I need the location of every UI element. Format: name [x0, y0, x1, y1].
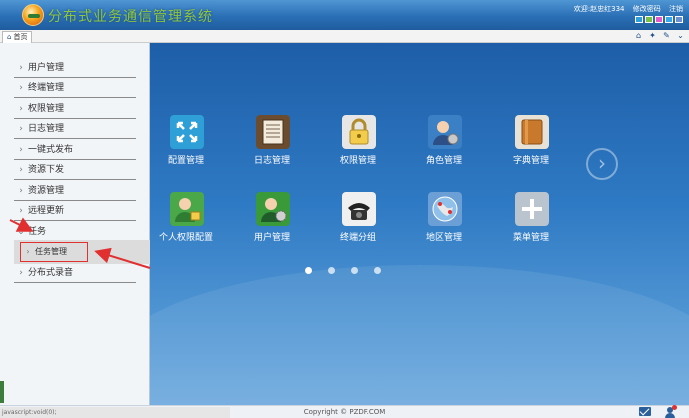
skin-swatch-5[interactable]	[675, 16, 683, 23]
sidebar-item-terminals[interactable]: › 终端管理	[14, 79, 136, 98]
skin-swatch-2[interactable]	[645, 16, 653, 23]
tab-home[interactable]: ⌂ 首页	[2, 31, 33, 43]
desktop-panel: 配置管理 日志管理 权限管理 角色管理 字典管理 个人权限配置 用户管理 终端分…	[150, 43, 689, 405]
sidebar-item-resources[interactable]: › 资源管理	[14, 182, 136, 201]
status-bar-text: javascript:void(0);	[0, 407, 230, 418]
sidebar-subitem-task-management[interactable]: › 任务管理	[20, 242, 88, 262]
page-dot-2[interactable]	[328, 267, 335, 274]
chevron-right-icon: ›	[19, 186, 23, 196]
book-icon	[515, 115, 549, 149]
map-icon	[428, 192, 462, 226]
sidebar-item-users[interactable]: › 用户管理	[14, 59, 136, 78]
chevron-right-icon: ›	[26, 247, 30, 256]
mail-icon[interactable]	[639, 407, 651, 416]
skin-swatch-4[interactable]	[665, 16, 673, 23]
tab-home-label: 首页	[13, 33, 28, 41]
config-icon	[170, 115, 204, 149]
tab-tools: ⌂ ✦ ✎ ⌄	[634, 31, 685, 40]
app-title: 分布式业务通信管理系统	[48, 9, 213, 25]
sidebar-item-label: 一键式发布	[28, 145, 74, 155]
tile-role-management[interactable]: 角色管理	[401, 115, 487, 177]
online-user-icon[interactable]	[665, 405, 677, 418]
tile-permission-management[interactable]: 权限管理	[315, 115, 401, 177]
home-icon[interactable]: ⌂	[634, 31, 643, 40]
user-gear-icon	[256, 192, 290, 226]
page-dot-1[interactable]	[305, 267, 312, 274]
next-page-button[interactable]: ›	[586, 148, 618, 180]
tile-dictionary-management[interactable]: 字典管理	[488, 115, 574, 177]
sidebar-item-label: 终端管理	[28, 83, 65, 93]
sidebar-item-label: 用户管理	[28, 63, 65, 73]
tile-region-management[interactable]: 地区管理	[401, 192, 487, 254]
tile-config-management[interactable]: 配置管理	[150, 115, 229, 177]
sidebar-menu: › 用户管理 › 终端管理 › 权限管理 › 日志管理 › 一键式发布 › 资源下发 › 资源…	[0, 43, 150, 405]
sidebar-item-label: 远程更新	[28, 206, 65, 216]
page-dot-4[interactable]	[374, 267, 381, 274]
skin-swatch-1[interactable]	[635, 16, 643, 23]
sidebar-item-label: 任务	[28, 227, 47, 237]
chevron-right-icon: ›	[19, 268, 23, 278]
sidebar-item-one-click-publish[interactable]: › 一键式发布	[14, 141, 136, 160]
chevron-right-icon: ›	[19, 104, 23, 114]
notification-badge	[672, 405, 677, 410]
sidebar-subitem-label: 任务管理	[35, 247, 67, 256]
role-icon	[428, 115, 462, 149]
phone-icon	[342, 192, 376, 226]
sidebar-item-label: 资源管理	[28, 186, 65, 196]
sidebar-item-distributed-recording[interactable]: › 分布式录音	[14, 264, 136, 283]
edit-icon[interactable]: ✎	[662, 31, 671, 40]
footer: Copyright © PZDF.COM javascript:void(0);	[0, 405, 689, 418]
page-dot-3[interactable]	[351, 267, 358, 274]
change-password-link[interactable]: 修改密码	[633, 5, 661, 13]
chevron-right-icon: ›	[19, 165, 23, 175]
plus-icon	[515, 192, 549, 226]
skin-swatch-3[interactable]	[655, 16, 663, 23]
tile-personal-permission-config[interactable]: 个人权限配置	[150, 192, 229, 254]
home-small-icon: ⌂	[7, 33, 12, 41]
logout-link[interactable]: 注销	[669, 5, 683, 13]
sidebar-item-label: 资源下发	[28, 165, 65, 175]
tile-label: 字典管理	[512, 156, 549, 166]
scroll-handle[interactable]	[0, 381, 4, 403]
tab-bar: ⌂ 首页 ⌂ ✦ ✎ ⌄	[0, 30, 689, 43]
footer-icons	[639, 405, 677, 418]
chevron-right-icon: ›	[19, 206, 23, 216]
sidebar-item-permissions[interactable]: › 权限管理	[14, 100, 136, 119]
tile-label: 菜单管理	[512, 233, 549, 243]
app-logo	[22, 4, 44, 26]
log-icon	[256, 115, 290, 149]
sidebar-item-label: 分布式录音	[28, 268, 74, 278]
sidebar-item-remote-update[interactable]: › 远程更新	[14, 202, 136, 221]
chevron-right-icon: ›	[19, 83, 23, 93]
chevron-right-icon: ›	[19, 63, 23, 73]
welcome-text: 欢迎:赵忠红334	[573, 5, 625, 13]
page-indicator	[305, 267, 381, 274]
sidebar-item-resource-dispatch[interactable]: › 资源下发	[14, 161, 136, 180]
tile-log-management[interactable]: 日志管理	[229, 115, 315, 177]
skin-swatches	[635, 16, 683, 23]
tile-menu-management[interactable]: 菜单管理	[488, 192, 574, 254]
shirt-icon[interactable]: ✦	[648, 31, 657, 40]
tile-terminal-group[interactable]: 终端分组	[315, 192, 401, 254]
header-user-bar: 欢迎:赵忠红334 修改密码 注销	[568, 4, 683, 14]
sidebar-item-label: 权限管理	[28, 104, 65, 114]
sidebar-item-logs[interactable]: › 日志管理	[14, 120, 136, 139]
sidebar-item-label: 日志管理	[28, 124, 65, 134]
chevron-down-icon[interactable]: ⌄	[676, 31, 685, 40]
chevron-right-icon: ›	[19, 124, 23, 134]
chevron-right-icon: ›	[19, 145, 23, 155]
lock-icon	[342, 115, 376, 149]
person-lock-icon	[170, 192, 204, 226]
app-header: 分布式业务通信管理系统 欢迎:赵忠红334 修改密码 注销	[0, 0, 689, 30]
tile-user-management[interactable]: 用户管理	[229, 192, 315, 254]
